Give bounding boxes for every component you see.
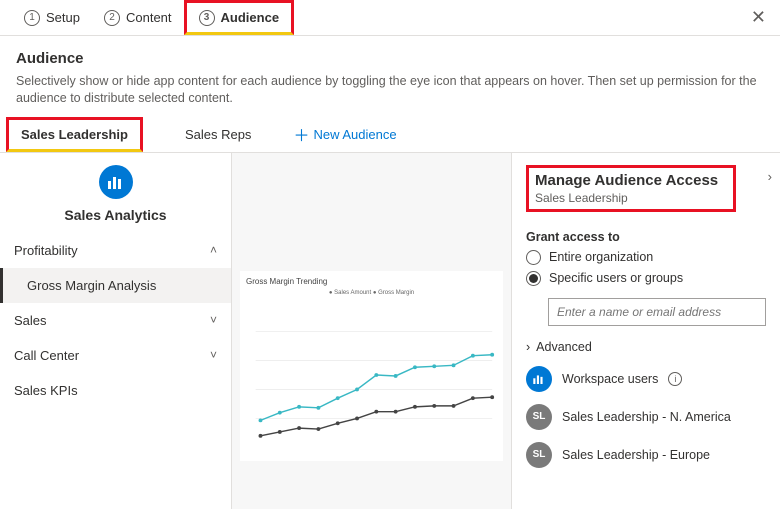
app-header: Sales Analytics — [0, 153, 231, 233]
chevron-down-icon: ˅ — [210, 313, 217, 327]
people-picker-input[interactable] — [548, 298, 766, 326]
access-entry-workspace-users[interactable]: Workspace users i — [526, 366, 766, 392]
panel-title: Manage Audience Access — [535, 172, 727, 189]
nav-label: Profitability — [14, 243, 78, 258]
app-logo-icon — [99, 165, 133, 199]
nav-label: Call Center — [14, 348, 79, 363]
grant-access-label: Grant access to — [526, 230, 766, 244]
panel-subtitle: Sales Leadership — [535, 191, 727, 205]
advanced-label: Advanced — [536, 340, 592, 354]
step-circle: 1 — [24, 10, 40, 26]
access-entry-label: Workspace users — [562, 372, 658, 386]
chevron-right-icon: › — [526, 340, 530, 354]
info-icon[interactable]: i — [668, 372, 682, 386]
plus-icon: ＋ — [293, 122, 309, 146]
advanced-toggle[interactable]: › Advanced — [526, 340, 766, 354]
tab-label: Content — [126, 10, 172, 25]
page-desc: Selectively show or hide app content for… — [16, 73, 764, 107]
nav-sales-kpis[interactable]: Sales KPIs — [0, 373, 231, 408]
tab-label: Setup — [46, 10, 80, 25]
access-entry-label: Sales Leadership - Europe — [562, 448, 710, 462]
tab-label: Audience — [221, 10, 280, 25]
nav-call-center[interactable]: Call Center ˅ — [0, 338, 231, 373]
access-entry[interactable]: SL Sales Leadership - N. America — [526, 404, 766, 430]
tab-audience[interactable]: 3 Audience — [184, 0, 295, 35]
radio-entire-org[interactable]: Entire organization — [526, 250, 766, 265]
nav-label: Sales KPIs — [14, 383, 78, 398]
line-chart-svg — [246, 300, 497, 450]
nav-gross-margin-analysis[interactable]: Gross Margin Analysis — [0, 268, 231, 303]
chart-legend: ● Sales Amount ● Gross Margin — [246, 290, 497, 296]
manage-audience-panel: › Manage Audience Access Sales Leadershi… — [512, 153, 780, 509]
radio-specific-users[interactable]: Specific users or groups — [526, 271, 766, 286]
content-nav: Sales Analytics Profitability ˄ Gross Ma… — [0, 153, 232, 509]
audience-tabs: Sales Leadership Sales Reps ＋ New Audien… — [0, 117, 780, 153]
body: Sales Analytics Profitability ˄ Gross Ma… — [0, 153, 780, 509]
step-circle: 2 — [104, 10, 120, 26]
chart-title: Gross Margin Trending — [246, 277, 497, 286]
new-audience-label: New Audience — [313, 127, 396, 142]
radio-icon — [526, 271, 541, 286]
radio-label: Entire organization — [549, 250, 653, 264]
bar-chart-icon — [526, 366, 552, 392]
audience-tab-sales-leadership[interactable]: Sales Leadership — [6, 117, 143, 152]
radio-icon — [526, 250, 541, 265]
nav-label: Sales — [14, 313, 47, 328]
avatar: SL — [526, 404, 552, 430]
audience-tab-sales-reps[interactable]: Sales Reps — [173, 117, 263, 152]
new-audience-button[interactable]: ＋ New Audience — [293, 122, 396, 146]
chart-gross-margin-trending: Gross Margin Trending ● Sales Amount ● G… — [240, 271, 503, 461]
app-name: Sales Analytics — [0, 207, 231, 223]
step-circle: 3 — [199, 10, 215, 26]
radio-label: Specific users or groups — [549, 271, 683, 285]
chevron-down-icon: ˅ — [210, 348, 217, 362]
page-title: Audience — [16, 50, 764, 67]
chevron-right-icon[interactable]: › — [768, 169, 772, 184]
tab-setup[interactable]: 1 Setup — [12, 0, 92, 35]
page-header: Audience Selectively show or hide app co… — [0, 36, 780, 117]
close-icon[interactable]: ✕ — [751, 7, 766, 28]
chevron-up-icon: ˄ — [210, 243, 217, 257]
nav-profitability[interactable]: Profitability ˄ — [0, 233, 231, 268]
nav-sales[interactable]: Sales ˅ — [0, 303, 231, 338]
nav-label: Gross Margin Analysis — [27, 278, 156, 293]
report-preview: Gross Margin Trending ● Sales Amount ● G… — [232, 153, 512, 509]
access-entry-label: Sales Leadership - N. America — [562, 410, 731, 424]
tab-content[interactable]: 2 Content — [92, 0, 184, 35]
avatar: SL — [526, 442, 552, 468]
access-entry[interactable]: SL Sales Leadership - Europe — [526, 442, 766, 468]
wizard-tabs: 1 Setup 2 Content 3 Audience ✕ — [0, 0, 780, 36]
